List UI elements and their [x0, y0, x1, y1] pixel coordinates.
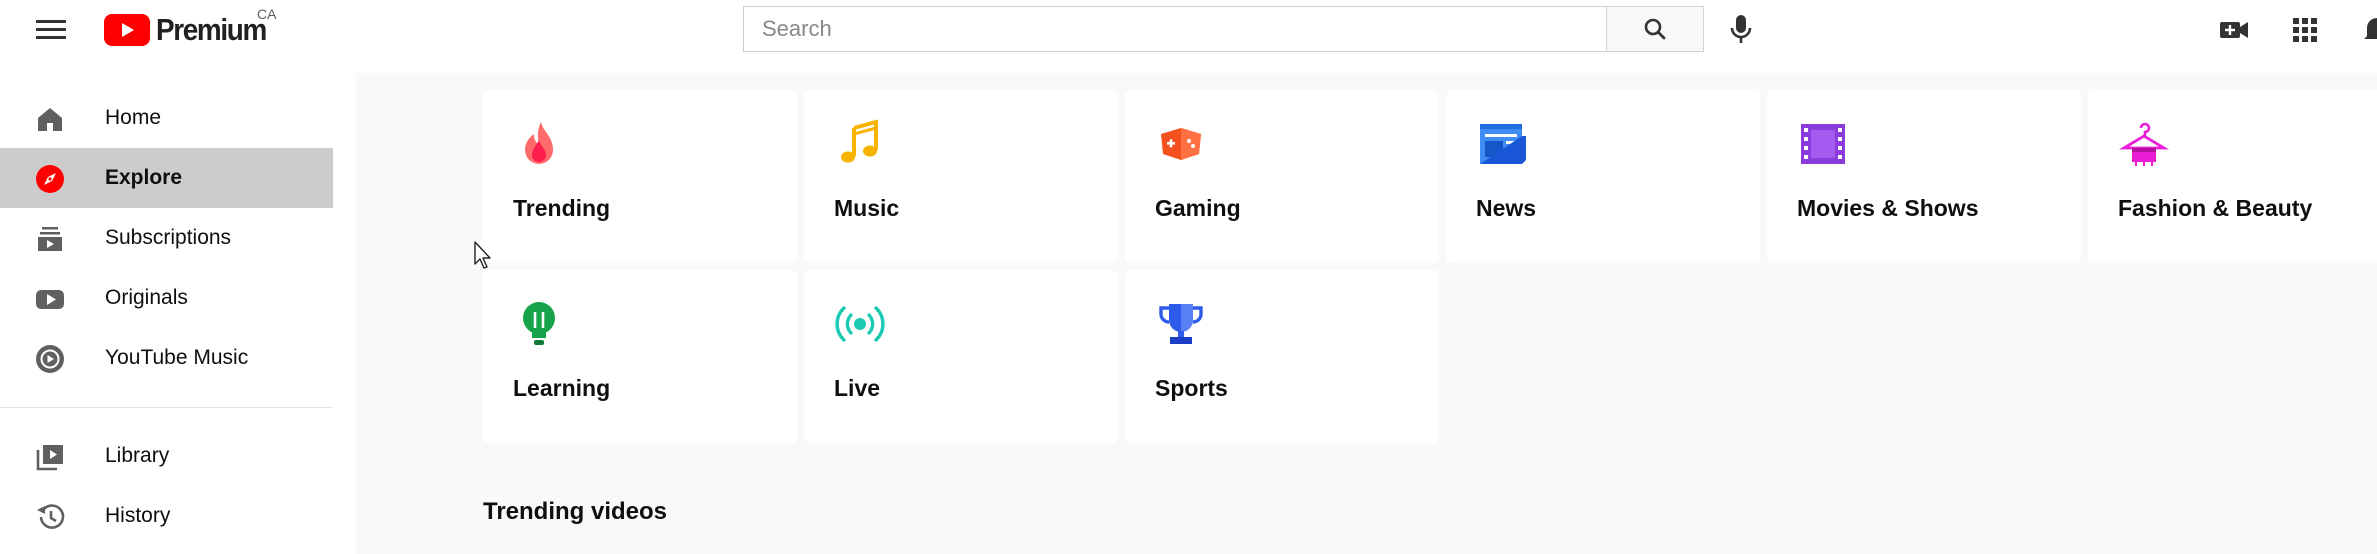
- category-card-movies-shows[interactable]: Movies & Shows: [1767, 90, 2081, 263]
- notifications-bell-icon[interactable]: [2362, 12, 2377, 48]
- flame-icon: [525, 122, 553, 164]
- sidebar-item-youtube-music[interactable]: YouTube Music: [0, 328, 333, 388]
- sidebar-item-label: History: [105, 504, 171, 527]
- originals-icon: [36, 290, 64, 309]
- menu-icon[interactable]: [30, 14, 72, 46]
- sidebar-item-subscriptions[interactable]: Subscriptions: [0, 208, 333, 268]
- sidebar-item-explore[interactable]: Explore: [0, 148, 333, 208]
- youtube-premium-logo[interactable]: Premium: [104, 12, 278, 47]
- category-label: Sports: [1155, 375, 1228, 401]
- sidebar-item-label: Home: [105, 106, 162, 129]
- category-card-learning[interactable]: Learning: [483, 270, 797, 443]
- film-strip-icon: [1801, 124, 1845, 164]
- section-title-trending-videos: Trending videos: [483, 498, 668, 525]
- live-broadcast-icon: [835, 306, 885, 342]
- search-box: [743, 6, 1606, 52]
- category-card-live[interactable]: Live: [804, 270, 1118, 443]
- search-input[interactable]: [744, 7, 1606, 51]
- search-icon: [1644, 18, 1666, 40]
- category-label: Music: [834, 195, 900, 221]
- sidebar-divider: [0, 407, 333, 408]
- category-label: Fashion & Beauty: [2118, 195, 2313, 221]
- microphone-icon[interactable]: [1722, 10, 1760, 48]
- masthead: Premium CA: [0, 0, 2377, 73]
- category-label: Gaming: [1155, 195, 1241, 221]
- logo-text: Premium: [156, 12, 267, 47]
- category-label: News: [1476, 195, 1537, 221]
- sidebar-item-history[interactable]: History: [0, 486, 333, 546]
- category-card-news[interactable]: News: [1446, 90, 1760, 263]
- history-icon: [37, 504, 65, 529]
- hanger-icon: [2118, 122, 2170, 166]
- category-label: Trending: [513, 195, 611, 221]
- sidebar-item-label: Explore: [105, 166, 183, 189]
- category-card-trending[interactable]: Trending: [483, 90, 797, 263]
- home-icon: [38, 108, 62, 131]
- search-button[interactable]: [1606, 6, 1704, 52]
- sidebar-item-label: YouTube Music: [105, 346, 249, 369]
- category-card-fashion-beauty[interactable]: Fashion & Beauty: [2088, 90, 2377, 263]
- category-card-sports[interactable]: Sports: [1125, 270, 1439, 443]
- sidebar-item-originals[interactable]: Originals: [0, 268, 333, 328]
- apps-grid-icon[interactable]: [2287, 12, 2323, 48]
- youtube-play-icon: [104, 14, 150, 46]
- category-label: Learning: [513, 375, 611, 401]
- category-label: Movies & Shows: [1797, 195, 1979, 221]
- category-card-gaming[interactable]: Gaming: [1125, 90, 1439, 263]
- country-code: CA: [257, 6, 277, 22]
- youtube-music-icon: [36, 345, 64, 373]
- compass-icon: [36, 165, 64, 193]
- sidebar-item-library[interactable]: Library: [0, 426, 333, 486]
- lightbulb-icon: [523, 302, 555, 345]
- sidebar: Home Explore Subscriptions Originals You…: [0, 73, 356, 554]
- explore-content: Trending Music Gaming News Movies & Show…: [356, 73, 2377, 554]
- trophy-icon: [1159, 304, 1203, 344]
- library-icon: [36, 445, 63, 471]
- category-card-music[interactable]: Music: [804, 90, 1118, 263]
- subscriptions-icon: [38, 227, 62, 251]
- sidebar-item-label: Library: [105, 444, 170, 467]
- category-label: Live: [834, 375, 881, 401]
- music-note-icon: [841, 119, 878, 163]
- sidebar-item-label: Originals: [105, 286, 188, 309]
- game-controller-icon: [1161, 128, 1201, 160]
- create-video-icon[interactable]: [2216, 12, 2252, 48]
- newspaper-icon: [1480, 124, 1526, 164]
- sidebar-item-label: Subscriptions: [105, 226, 232, 249]
- mouse-cursor-icon: [474, 241, 491, 269]
- sidebar-item-home[interactable]: Home: [0, 88, 333, 148]
